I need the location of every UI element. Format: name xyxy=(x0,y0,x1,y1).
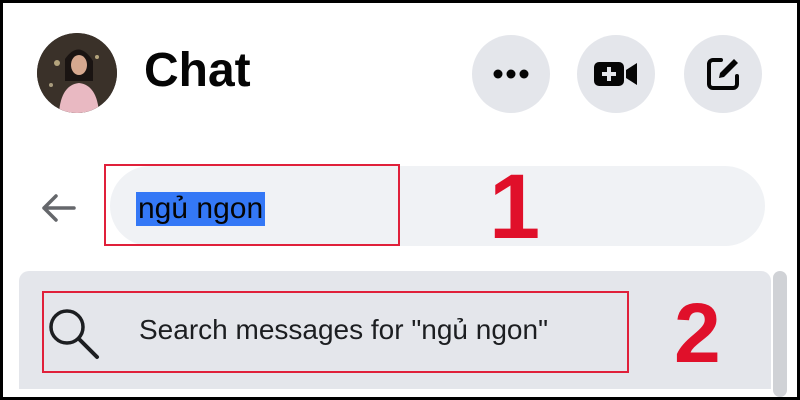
video-plus-icon xyxy=(594,62,637,86)
more-options-button[interactable] xyxy=(472,35,550,113)
new-message-button[interactable] xyxy=(684,35,762,113)
new-room-button[interactable] xyxy=(577,35,655,113)
chat-panel: Chat ngủ ngon 1 Search messages for "ngủ… xyxy=(3,3,797,397)
back-button[interactable] xyxy=(33,183,83,233)
page-title: Chat xyxy=(144,44,251,97)
avatar[interactable] xyxy=(37,33,117,113)
annotation-number-1: 1 xyxy=(489,156,541,258)
scrollbar[interactable] xyxy=(773,271,787,397)
annotation-box-1 xyxy=(104,164,400,246)
arrow-left-icon xyxy=(42,194,76,222)
ellipsis-icon xyxy=(493,69,529,79)
compose-icon xyxy=(707,58,739,90)
annotation-number-2: 2 xyxy=(674,286,721,380)
annotation-box-2 xyxy=(42,291,629,373)
